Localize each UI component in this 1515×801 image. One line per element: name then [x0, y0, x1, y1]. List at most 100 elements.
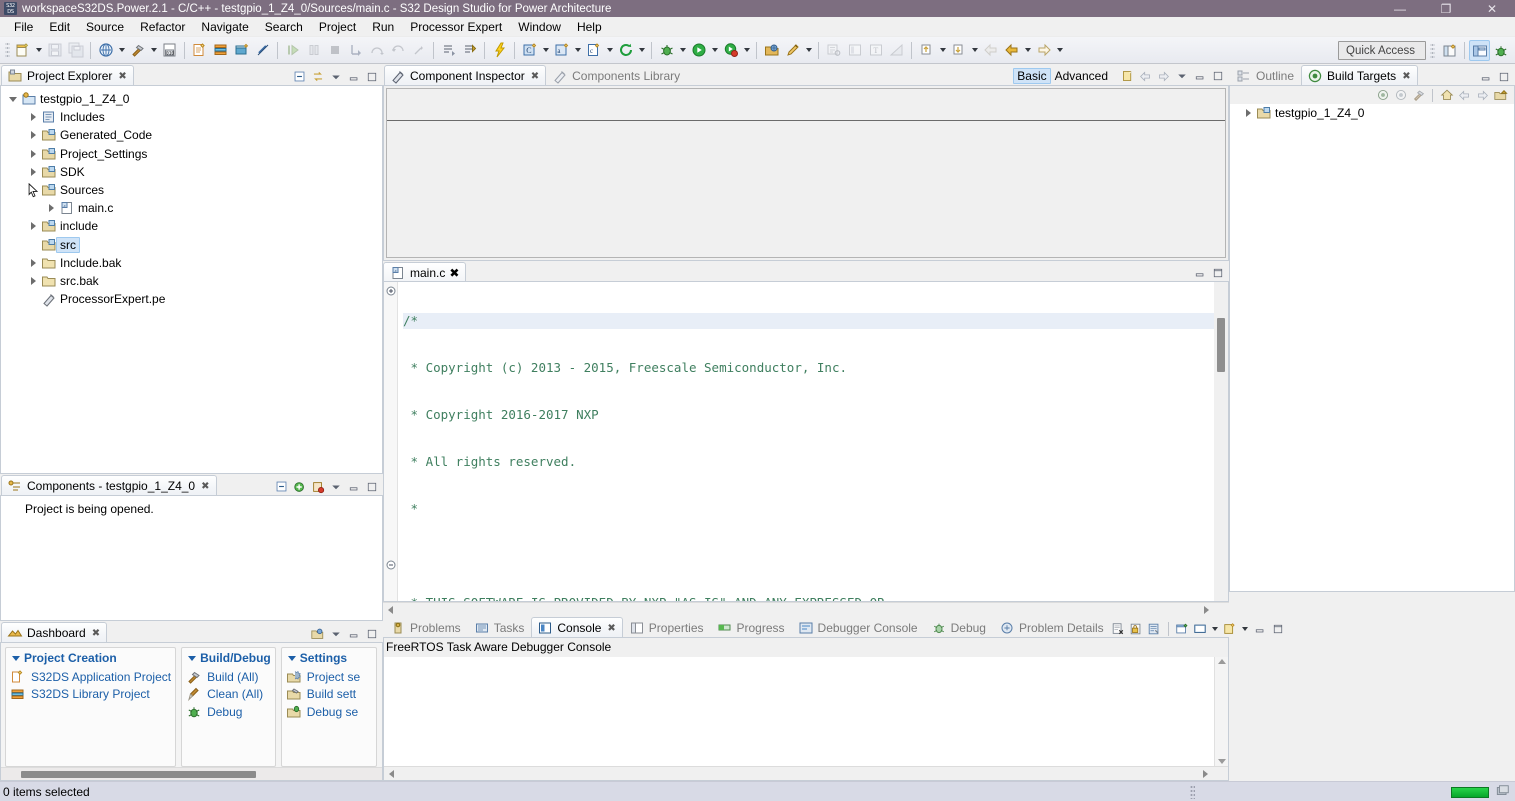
build-target-icon[interactable]: [1375, 88, 1390, 103]
tab-problem-details[interactable]: Problem Details: [993, 617, 1111, 638]
tree-item-include[interactable]: include: [1, 217, 382, 235]
step-return-icon[interactable]: [387, 40, 408, 61]
refresh-icon[interactable]: [615, 40, 636, 61]
chevron-right-icon[interactable]: [25, 127, 41, 143]
chevron-right-icon[interactable]: [25, 273, 41, 289]
tree-item-processor-expert-pe[interactable]: ProcessorExpert.pe: [1, 290, 382, 308]
console-icon[interactable]: [844, 40, 865, 61]
new-c-file-dropdown[interactable]: [604, 40, 615, 61]
back-icon[interactable]: [1138, 69, 1153, 84]
menu-processor-expert[interactable]: Processor Expert: [402, 18, 510, 36]
run-dropdown[interactable]: [709, 40, 720, 61]
editor-tab-main-c[interactable]: .c main.c ✖: [383, 262, 467, 282]
open-declaration-icon[interactable]: [438, 40, 459, 61]
chevron-right-icon[interactable]: [25, 109, 41, 125]
suspend-icon[interactable]: [303, 40, 324, 61]
tree-item-src-bak[interactable]: src.bak: [1, 272, 382, 290]
step-into-icon[interactable]: [345, 40, 366, 61]
perspective-grip[interactable]: [1430, 41, 1435, 60]
terminate-icon[interactable]: [324, 40, 345, 61]
toggle-markers-icon[interactable]: [459, 40, 480, 61]
dashboard-link-clean-all[interactable]: Clean (All): [186, 686, 271, 704]
minimize-icon[interactable]: [1192, 69, 1207, 84]
menu-project[interactable]: Project: [311, 18, 364, 36]
build-hammer-dropdown[interactable]: [148, 40, 159, 61]
collapse-all-icon[interactable]: [292, 69, 307, 84]
view-menu-icon[interactable]: [1174, 69, 1189, 84]
next-annotation-icon[interactable]: [948, 40, 969, 61]
minimize-button[interactable]: —: [1377, 0, 1423, 17]
tab-components[interactable]: Components - testgpio_1_Z4_0 ✖: [1, 475, 217, 496]
chevron-right-icon[interactable]: [43, 200, 59, 216]
close-icon[interactable]: ✖: [607, 623, 615, 634]
view-menu-icon[interactable]: [328, 69, 343, 84]
console-scroll-left-arrow[interactable]: [385, 768, 397, 780]
view-menu-icon[interactable]: [328, 626, 343, 641]
ruler-icon[interactable]: [886, 40, 907, 61]
status-grip[interactable]: [1190, 785, 1195, 799]
editor-vertical-scrollbar[interactable]: [1214, 282, 1228, 601]
open-element-icon[interactable]: [210, 40, 231, 61]
maximize-button[interactable]: ❐: [1423, 0, 1469, 17]
chevron-down-icon[interactable]: [12, 655, 20, 661]
menu-file[interactable]: File: [6, 18, 41, 36]
tab-build-targets[interactable]: Build Targets ✖: [1301, 65, 1418, 86]
tree-item-include-bak[interactable]: Include.bak: [1, 254, 382, 272]
close-icon[interactable]: ✖: [201, 481, 209, 492]
tab-dashboard[interactable]: Dashboard ✖: [1, 622, 108, 643]
new-cpp-class-icon[interactable]: a: [551, 40, 572, 61]
step-instruction-icon[interactable]: [408, 40, 429, 61]
step-over-icon[interactable]: [366, 40, 387, 61]
chevron-right-icon[interactable]: [1240, 105, 1256, 121]
refresh-dropdown[interactable]: [636, 40, 647, 61]
forward-icon[interactable]: [1033, 40, 1054, 61]
tree-item-sources[interactable]: Sources: [1, 181, 382, 199]
previous-annotation-icon[interactable]: [916, 40, 937, 61]
close-button[interactable]: ✕: [1469, 0, 1515, 17]
maximize-icon[interactable]: [364, 626, 379, 641]
chevron-down-icon[interactable]: [188, 655, 197, 661]
close-icon[interactable]: ✖: [1402, 71, 1410, 82]
tab-component-inspector[interactable]: Component Inspector ✖: [384, 65, 547, 86]
pin-console-icon[interactable]: [1147, 621, 1162, 636]
forward-icon[interactable]: [1156, 69, 1171, 84]
tab-console[interactable]: Console ✖: [531, 617, 623, 638]
open-perspective-button[interactable]: [1439, 40, 1460, 61]
back-icon[interactable]: [1457, 88, 1472, 103]
forward-dropdown[interactable]: [1054, 40, 1065, 61]
console-vertical-scrollbar[interactable]: [1214, 657, 1228, 766]
view-menu-icon[interactable]: [328, 479, 343, 494]
dashboard-link-library-project[interactable]: S32DS Library Project: [10, 686, 171, 704]
console-output-area[interactable]: [384, 657, 1228, 766]
new-wizard-icon[interactable]: [12, 40, 33, 61]
chevron-down-icon[interactable]: [287, 655, 296, 661]
tab-properties[interactable]: Properties: [623, 617, 711, 638]
chevron-right-icon[interactable]: [25, 218, 41, 234]
pencil-icon[interactable]: [782, 40, 803, 61]
minimize-icon[interactable]: [1253, 621, 1268, 636]
tab-components-library[interactable]: Components Library: [546, 65, 687, 86]
menu-help[interactable]: Help: [569, 18, 610, 36]
cpp-perspective-icon[interactable]: [1469, 40, 1490, 61]
open-dashboard-icon[interactable]: [310, 626, 325, 641]
tab-debugger-console[interactable]: Debugger Console: [792, 617, 925, 638]
maximize-icon[interactable]: [1210, 69, 1225, 84]
dashboard-section-header[interactable]: Settings: [286, 650, 372, 668]
maximize-icon[interactable]: [1496, 69, 1511, 84]
mode-basic-button[interactable]: Basic: [1013, 68, 1051, 84]
build-target-disabled-icon[interactable]: [1393, 88, 1408, 103]
maximize-icon[interactable]: [1271, 621, 1286, 636]
menu-search[interactable]: Search: [257, 18, 311, 36]
chevron-right-icon[interactable]: [25, 255, 41, 271]
dashboard-link-app-project[interactable]: S32DS Application Project: [10, 668, 171, 686]
menu-window[interactable]: Window: [510, 18, 569, 36]
maximize-icon[interactable]: [1210, 265, 1225, 280]
new-cpp-class-dropdown[interactable]: [572, 40, 583, 61]
dashboard-link-debug-settings[interactable]: Debug se: [286, 703, 372, 721]
new-c-class-dropdown[interactable]: [540, 40, 551, 61]
tab-problems[interactable]: Problems: [384, 617, 468, 638]
print-icon[interactable]: 010: [159, 40, 180, 61]
collapse-all-icon[interactable]: [274, 479, 289, 494]
minimize-icon[interactable]: [1478, 69, 1493, 84]
maximize-icon[interactable]: [364, 479, 379, 494]
